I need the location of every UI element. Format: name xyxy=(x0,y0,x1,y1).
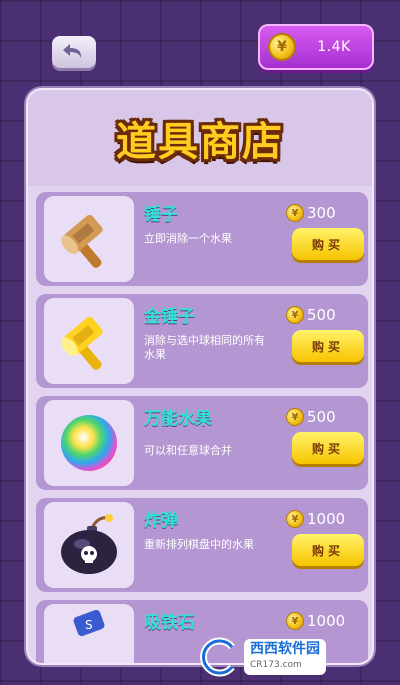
item-description: 消除与选中球相同的所有水果 xyxy=(144,334,265,361)
item-description: 立即消除一个水果 xyxy=(144,232,232,245)
item-price: ¥ 500 xyxy=(286,408,336,426)
item-thumb xyxy=(44,400,134,486)
item-name: 万能水果 xyxy=(144,409,212,429)
coin-icon: ¥ xyxy=(286,510,304,528)
item-price: ¥ 300 xyxy=(286,204,336,222)
item-description: 重新排列棋盘中的水果 xyxy=(144,538,254,551)
coin-icon: ¥ xyxy=(286,306,304,324)
price-value: 300 xyxy=(307,204,336,222)
hammer-icon xyxy=(61,214,103,268)
coin-icon: ¥ xyxy=(286,204,304,222)
coin-balance: 1.4K xyxy=(317,39,351,55)
buy-button-hammer[interactable]: 购买 xyxy=(292,228,364,260)
shop-title: 道具商店 xyxy=(116,119,284,165)
gold-hammer-icon xyxy=(61,316,103,370)
back-arrow-icon xyxy=(63,44,82,58)
item-name: 吸铁石 xyxy=(144,613,195,633)
price-value: 1000 xyxy=(307,510,346,528)
item-description: 可以和任意球合并 xyxy=(144,444,232,457)
rainbow-fruit-icon xyxy=(61,415,117,471)
price-value: 500 xyxy=(307,306,336,324)
item-thumb xyxy=(44,196,134,282)
shop-item-rainbow-fruit: 万能水果 可以和任意球合并 ¥ 500 购买 xyxy=(36,396,368,490)
item-price: ¥ 1000 xyxy=(286,510,345,528)
item-thumb: S xyxy=(44,604,134,663)
shop-item-hammer: 锤子 立即消除一个水果 ¥ 300 购买 xyxy=(36,192,368,286)
buy-button-bomb[interactable]: 购买 xyxy=(292,534,364,566)
buy-button-rainbow-fruit[interactable]: 购买 xyxy=(292,432,364,464)
shop-item-gold-hammer: 金锤子 消除与选中球相同的所有水果 ¥ 500 购买 xyxy=(36,294,368,388)
svg-text:S: S xyxy=(85,618,93,632)
item-name: 金锤子 xyxy=(144,307,195,327)
item-price: ¥ 1000 xyxy=(286,612,345,630)
watermark-brand: 西西软件园 xyxy=(250,641,320,657)
coin-icon: ¥ xyxy=(286,612,304,630)
coin-icon: ¥ xyxy=(268,33,296,61)
shop-header: 道具商店 xyxy=(28,90,372,186)
watermark: 西西软件园 CR173.com xyxy=(196,636,378,678)
item-price: ¥ 500 xyxy=(286,306,336,324)
price-value: 1000 xyxy=(307,612,346,630)
price-value: 500 xyxy=(307,408,336,426)
item-name: 锤子 xyxy=(144,205,178,225)
watermark-text: 西西软件园 CR173.com xyxy=(244,639,326,675)
magnet-icon: S xyxy=(73,609,105,637)
item-name: 炸弹 xyxy=(144,511,178,531)
item-thumb xyxy=(44,502,134,588)
watermark-url: CR173.com xyxy=(250,660,302,670)
coin-balance-box: ¥ 1.4K xyxy=(258,24,374,70)
shop-panel: 道具商店 锤子 立即消除一个水果 ¥ 300 购买 金锤子 消除与选中球相同的所… xyxy=(26,88,374,665)
buy-button-gold-hammer[interactable]: 购买 xyxy=(292,330,364,362)
back-button[interactable] xyxy=(52,36,96,68)
shop-item-bomb: 炸弹 重新排列棋盘中的水果 ¥ 1000 购买 xyxy=(36,498,368,592)
coin-icon: ¥ xyxy=(286,408,304,426)
watermark-logo-icon xyxy=(200,637,235,677)
item-thumb xyxy=(44,298,134,384)
bomb-icon xyxy=(61,514,117,574)
